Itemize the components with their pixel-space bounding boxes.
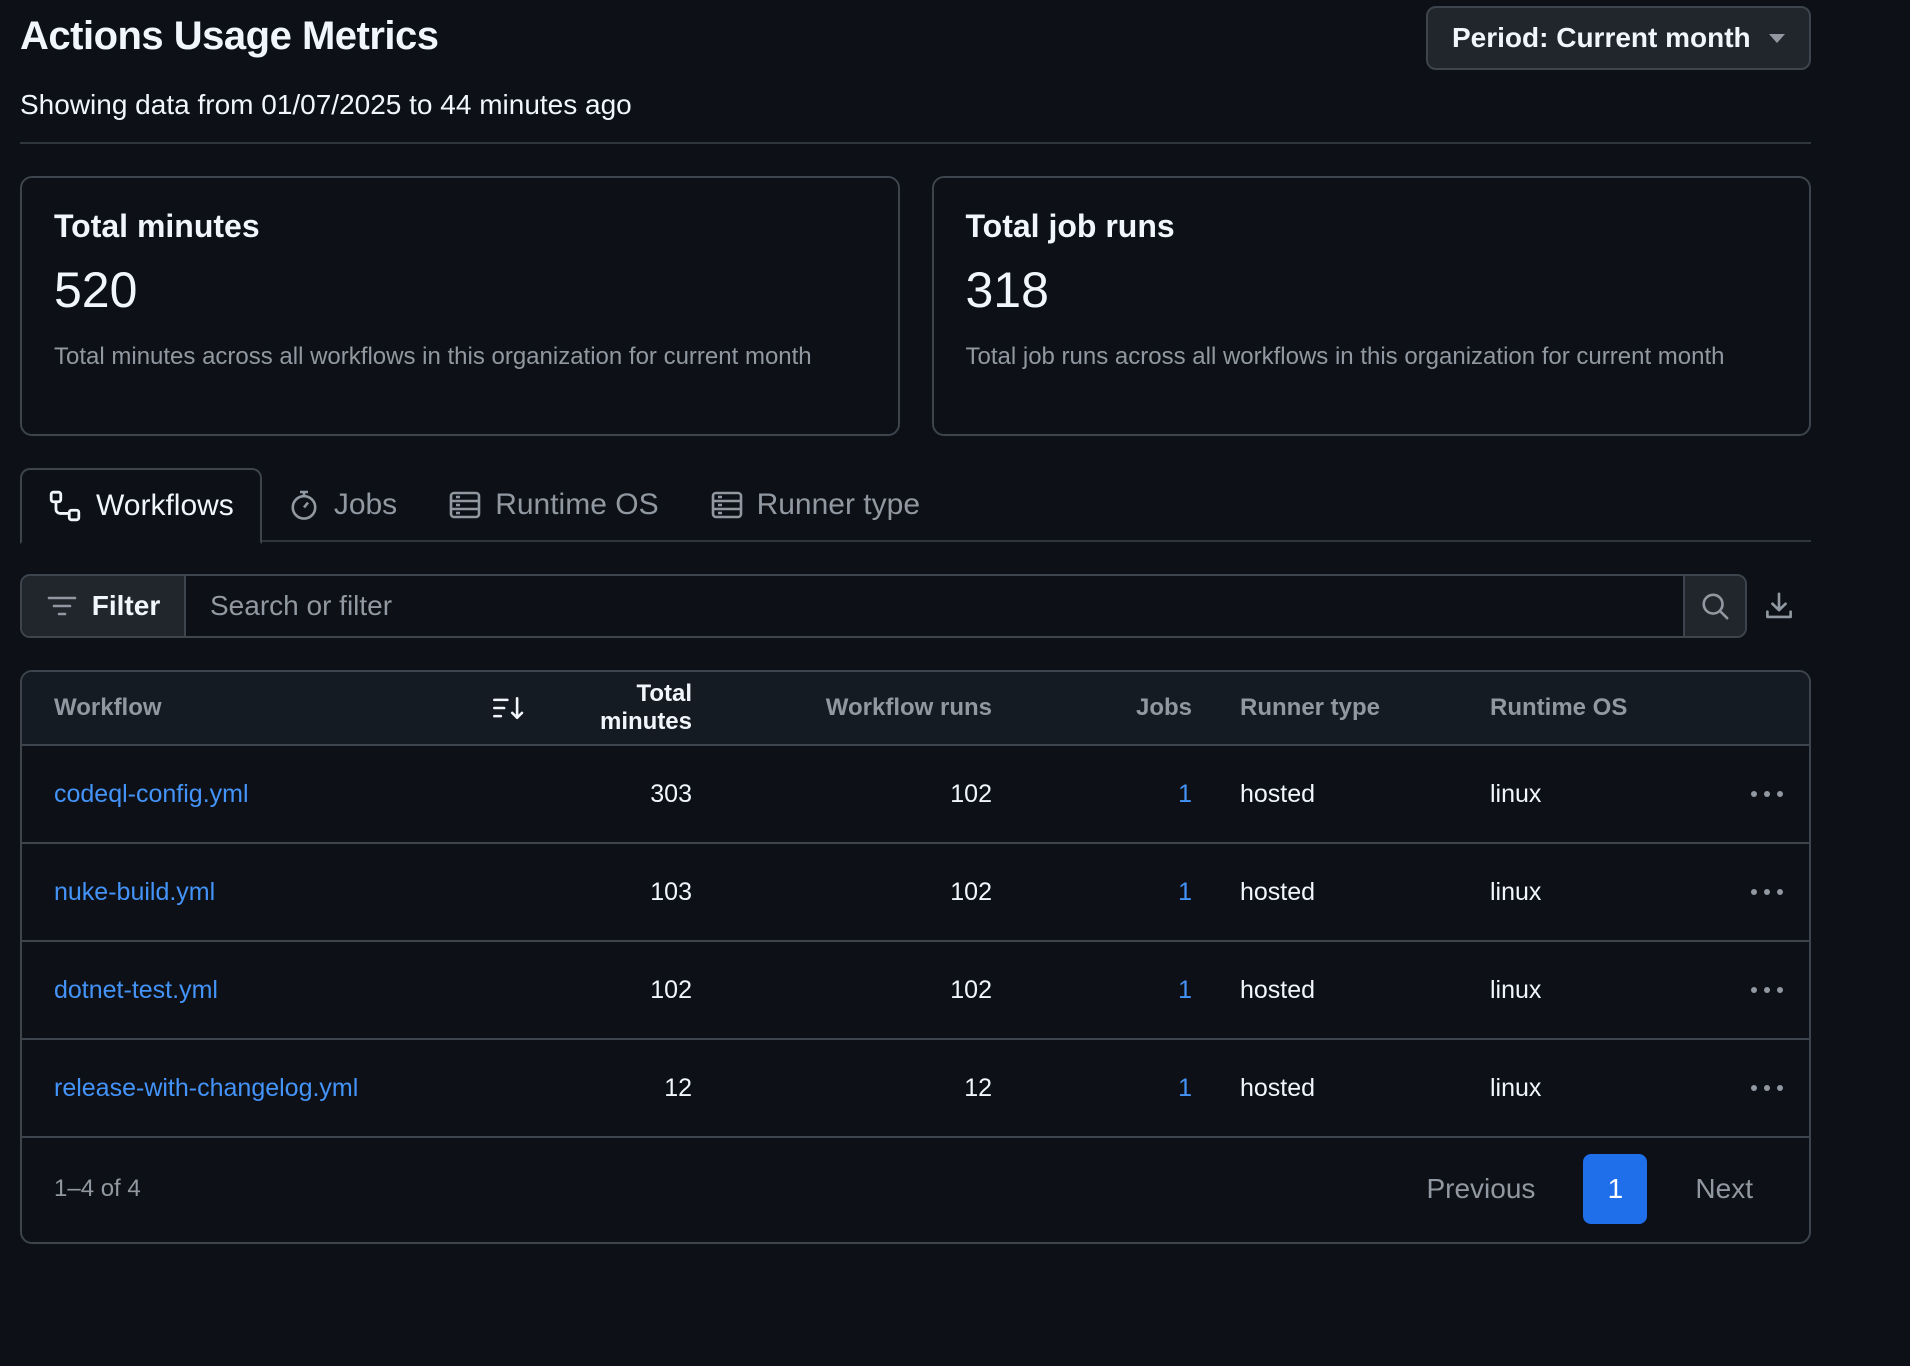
table-row: nuke-build.yml 103 102 1 hosted linux	[22, 844, 1809, 942]
workflow-runs-cell: 102	[950, 975, 992, 1004]
total-minutes-card: Total minutes 520 Total minutes across a…	[20, 176, 900, 436]
table-row: dotnet-test.yml 102 102 1 hosted linux	[22, 942, 1809, 1040]
tab-runtime-os[interactable]: Runtime OS	[423, 468, 684, 542]
page-header: Actions Usage Metrics Showing data from …	[20, 0, 1811, 144]
jobs-link[interactable]: 1	[1178, 1074, 1192, 1102]
jobs-link[interactable]: 1	[1178, 976, 1192, 1004]
workflows-table: Workflow Total minutes Workflow runs Job…	[20, 670, 1811, 1244]
workflow-icon	[49, 490, 81, 522]
tab-label: Workflows	[96, 489, 234, 522]
pagination: Previous 1 Next	[1402, 1154, 1777, 1224]
column-header-runner-type[interactable]: Runner type	[1192, 694, 1442, 722]
table-footer: 1–4 of 4 Previous 1 Next	[22, 1138, 1809, 1240]
runtime-os-cell: linux	[1490, 1073, 1542, 1102]
runtime-os-cell: linux	[1490, 877, 1542, 906]
tab-label: Jobs	[333, 488, 398, 521]
page-1-button[interactable]: 1	[1583, 1154, 1648, 1224]
total-minutes-cell: 102	[650, 975, 692, 1004]
tab-jobs[interactable]: Jobs	[262, 468, 423, 542]
server-icon	[449, 491, 481, 519]
metrics-tabs: Workflows Jobs Runtime OS Runner type	[20, 468, 1811, 544]
total-minutes-cell: 103	[650, 877, 692, 906]
table-row: codeql-config.yml 303 102 1 hosted linux	[22, 746, 1809, 844]
stopwatch-icon	[291, 490, 317, 520]
column-header-workflow-runs[interactable]: Workflow runs	[692, 694, 992, 722]
runtime-os-cell: linux	[1490, 975, 1542, 1004]
card-description: Total job runs across all workflows in t…	[965, 343, 1725, 370]
filter-group: Filter	[20, 574, 1747, 638]
jobs-link[interactable]: 1	[1178, 878, 1192, 906]
runner-type-cell: hosted	[1240, 1073, 1316, 1102]
card-description: Total minutes across all workflows in th…	[54, 343, 812, 370]
kebab-horizontal-icon	[1751, 987, 1783, 993]
row-actions-button[interactable]	[1745, 975, 1789, 1005]
runtime-os-cell: linux	[1490, 779, 1542, 808]
workflow-runs-cell: 12	[964, 1073, 992, 1102]
tab-workflows[interactable]: Workflows	[20, 468, 262, 544]
column-header-runtime-os[interactable]: Runtime OS	[1442, 694, 1692, 722]
kebab-horizontal-icon	[1751, 889, 1783, 895]
caret-down-icon	[1769, 33, 1785, 43]
page: Actions Usage Metrics Showing data from …	[0, 0, 1910, 1366]
pagination-range: 1–4 of 4	[54, 1175, 141, 1202]
row-actions-button[interactable]	[1745, 1073, 1789, 1103]
previous-page-button[interactable]: Previous	[1402, 1154, 1559, 1224]
tab-runner-type[interactable]: Runner type	[685, 468, 946, 542]
runner-type-cell: hosted	[1240, 779, 1316, 808]
runner-type-cell: hosted	[1240, 877, 1316, 906]
kebab-horizontal-icon	[1751, 791, 1783, 797]
workflow-runs-cell: 102	[950, 779, 992, 808]
column-header-workflow[interactable]: Workflow	[22, 694, 492, 722]
server-icon	[711, 491, 742, 519]
row-actions-button[interactable]	[1745, 877, 1789, 907]
tab-label: Runner type	[756, 488, 921, 521]
row-actions-button[interactable]	[1745, 779, 1789, 809]
filter-button[interactable]: Filter	[22, 576, 186, 636]
total-job-runs-card: Total job runs 318 Total job runs across…	[931, 176, 1811, 436]
sort-descending-icon	[493, 696, 524, 720]
card-title: Total job runs	[965, 208, 1175, 244]
workflow-link[interactable]: dotnet-test.yml	[54, 976, 218, 1004]
card-value: 520	[54, 262, 138, 318]
download-button[interactable]	[1747, 574, 1811, 638]
period-select-label: Period: Current month	[1452, 22, 1751, 53]
next-page-button[interactable]: Next	[1671, 1154, 1777, 1224]
table-header: Workflow Total minutes Workflow runs Job…	[22, 672, 1809, 746]
workflow-link[interactable]: release-with-changelog.yml	[54, 1074, 358, 1102]
workflow-link[interactable]: nuke-build.yml	[54, 878, 215, 906]
filter-bar: Filter	[20, 574, 1811, 638]
download-icon	[1766, 592, 1792, 619]
filter-icon	[47, 596, 77, 616]
search-button[interactable]	[1683, 576, 1745, 636]
search-icon	[1702, 593, 1729, 620]
card-title: Total minutes	[54, 208, 260, 244]
main-content: Actions Usage Metrics Showing data from …	[20, 0, 1811, 1244]
total-minutes-cell: 303	[650, 779, 692, 808]
workflow-link[interactable]: codeql-config.yml	[54, 780, 249, 808]
filter-button-label: Filter	[91, 590, 161, 621]
table-row: release-with-changelog.yml 12 12 1 hoste…	[22, 1040, 1809, 1138]
workflow-runs-cell: 102	[950, 877, 992, 906]
column-header-total-minutes[interactable]: Total minutes	[492, 680, 692, 736]
date-range-subtitle: Showing data from 01/07/2025 to 44 minut…	[20, 89, 632, 120]
column-header-jobs[interactable]: Jobs	[992, 694, 1192, 722]
total-minutes-cell: 12	[664, 1073, 692, 1102]
column-header-label: Total minutes	[599, 680, 692, 735]
tab-label: Runtime OS	[495, 488, 659, 521]
page-title: Actions Usage Metrics	[20, 14, 439, 58]
search-input[interactable]	[186, 576, 1683, 636]
kebab-horizontal-icon	[1751, 1085, 1783, 1091]
runner-type-cell: hosted	[1240, 975, 1316, 1004]
card-value: 318	[965, 262, 1049, 318]
period-select-button[interactable]: Period: Current month	[1426, 6, 1811, 70]
summary-cards: Total minutes 520 Total minutes across a…	[20, 176, 1811, 436]
jobs-link[interactable]: 1	[1178, 780, 1192, 808]
